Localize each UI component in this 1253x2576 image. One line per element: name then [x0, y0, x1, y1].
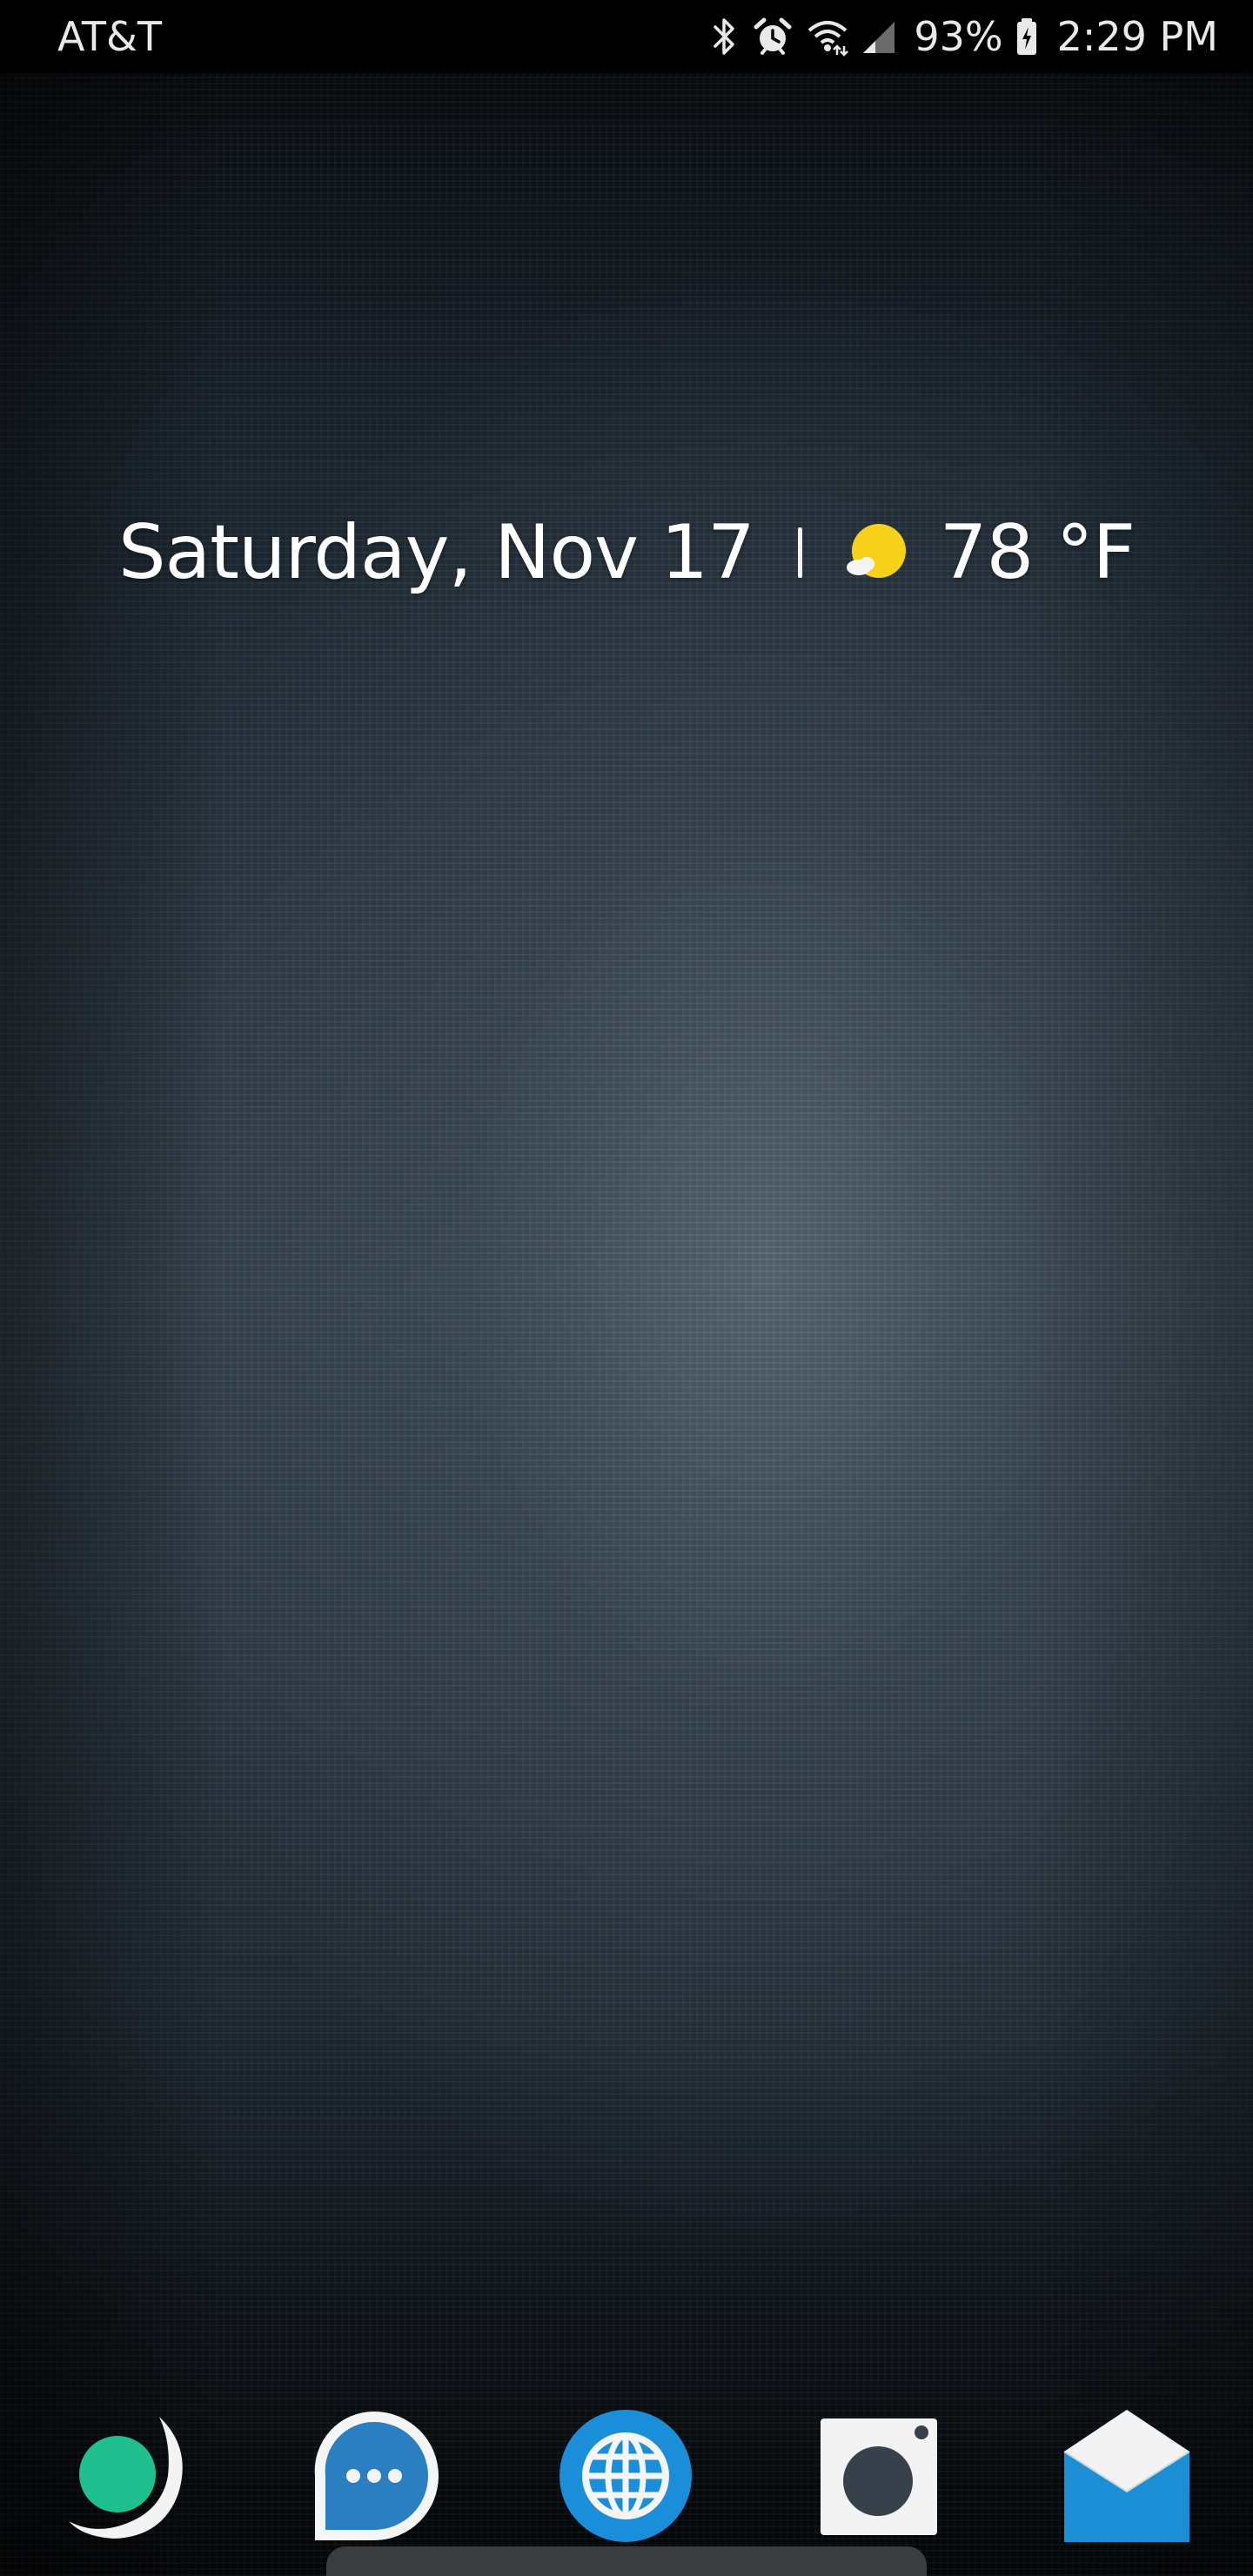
camera-app-icon[interactable]	[804, 2402, 952, 2550]
chat-bubble-dots-app-icon[interactable]	[300, 2402, 448, 2550]
alarm-icon	[752, 17, 794, 57]
wallpaper-vignette	[0, 0, 1253, 2576]
date-label[interactable]: Saturday, Nov 17	[118, 509, 755, 596]
app-dock	[0, 2402, 1253, 2550]
wifi-icon	[806, 17, 849, 57]
globe-browser-app-icon[interactable]	[552, 2402, 700, 2550]
home-gesture-bar[interactable]	[326, 2546, 927, 2576]
green-circle-arc-app-icon[interactable]	[52, 2402, 200, 2550]
email-envelope-app-icon[interactable]	[1053, 2402, 1201, 2550]
home-screen[interactable]: AT&T 93% 2:29 PM Saturday, Nov 17 78 °F	[0, 0, 1253, 2576]
battery-charging-icon	[1015, 17, 1038, 57]
temperature-label[interactable]: 78 °F	[940, 509, 1136, 596]
clock: 2:29 PM	[1056, 13, 1218, 60]
glance-divider	[797, 527, 802, 578]
carrier-name: AT&T	[57, 13, 162, 60]
at-a-glance-widget[interactable]: Saturday, Nov 17 78 °F	[0, 505, 1253, 600]
sun-partly-cloudy-icon[interactable]	[844, 520, 910, 586]
status-icons: 93% 2:29 PM	[710, 13, 1218, 60]
bluetooth-icon	[710, 17, 740, 57]
status-bar: AT&T 93% 2:29 PM	[0, 0, 1253, 73]
wallpaper-texture	[0, 0, 1253, 2576]
signal-icon	[861, 17, 896, 57]
battery-percent: 93%	[914, 13, 1003, 60]
